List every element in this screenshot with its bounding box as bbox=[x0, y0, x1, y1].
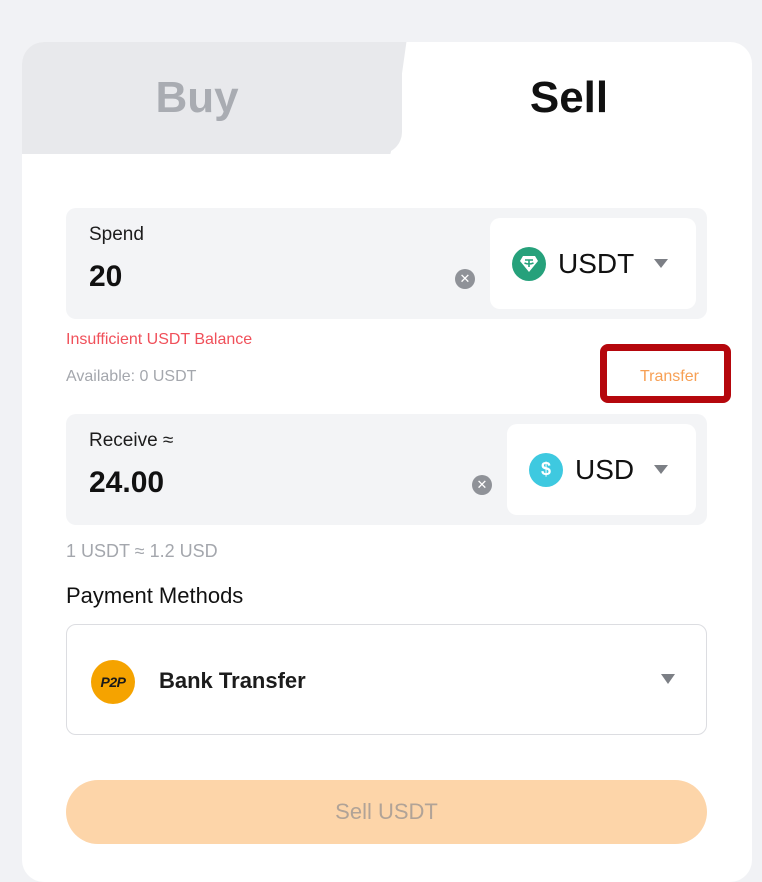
receive-currency-code: USD bbox=[575, 453, 635, 485]
receive-input[interactable] bbox=[89, 466, 429, 500]
dollar-icon: $ bbox=[529, 452, 563, 487]
spend-input[interactable] bbox=[89, 260, 429, 294]
clear-receive-icon[interactable]: ✕ bbox=[472, 475, 492, 495]
sell-button[interactable]: Sell USDT bbox=[66, 780, 707, 844]
receive-field: Receive ≈ ✕ $ USD bbox=[66, 414, 707, 525]
tab-sell[interactable]: Sell bbox=[402, 42, 752, 154]
tether-icon bbox=[512, 246, 546, 281]
chevron-down-icon bbox=[654, 465, 669, 474]
spend-field: Spend ✕ USDT bbox=[66, 208, 707, 319]
tab-buy[interactable]: Buy bbox=[22, 42, 402, 154]
p2p-icon: P2P bbox=[91, 660, 135, 704]
clear-spend-icon[interactable]: ✕ bbox=[455, 269, 475, 289]
trade-card: Buy Sell Spend ✕ USDT Insufficient USDT … bbox=[22, 42, 752, 882]
spend-currency-code: USDT bbox=[558, 247, 635, 279]
receive-currency-select[interactable]: $ USD bbox=[507, 424, 696, 515]
chevron-down-icon bbox=[654, 259, 669, 268]
exchange-rate: 1 USDT ≈ 1.2 USD bbox=[66, 541, 218, 561]
spend-currency-select[interactable]: USDT bbox=[490, 218, 696, 309]
tab-buy-label: Buy bbox=[155, 73, 239, 122]
spend-label: Spend bbox=[89, 224, 144, 245]
chevron-down-icon bbox=[661, 674, 675, 684]
receive-label: Receive ≈ bbox=[89, 430, 174, 451]
highlight-box bbox=[600, 344, 731, 403]
payment-method-select[interactable]: P2P Bank Transfer bbox=[66, 624, 707, 735]
available-balance: Available: 0 USDT bbox=[66, 368, 197, 385]
payment-methods-title: Payment Methods bbox=[66, 583, 244, 608]
error-message: Insufficient USDT Balance bbox=[66, 331, 253, 348]
payment-method-label: Bank Transfer bbox=[159, 668, 306, 693]
tab-sell-label: Sell bbox=[529, 73, 609, 122]
